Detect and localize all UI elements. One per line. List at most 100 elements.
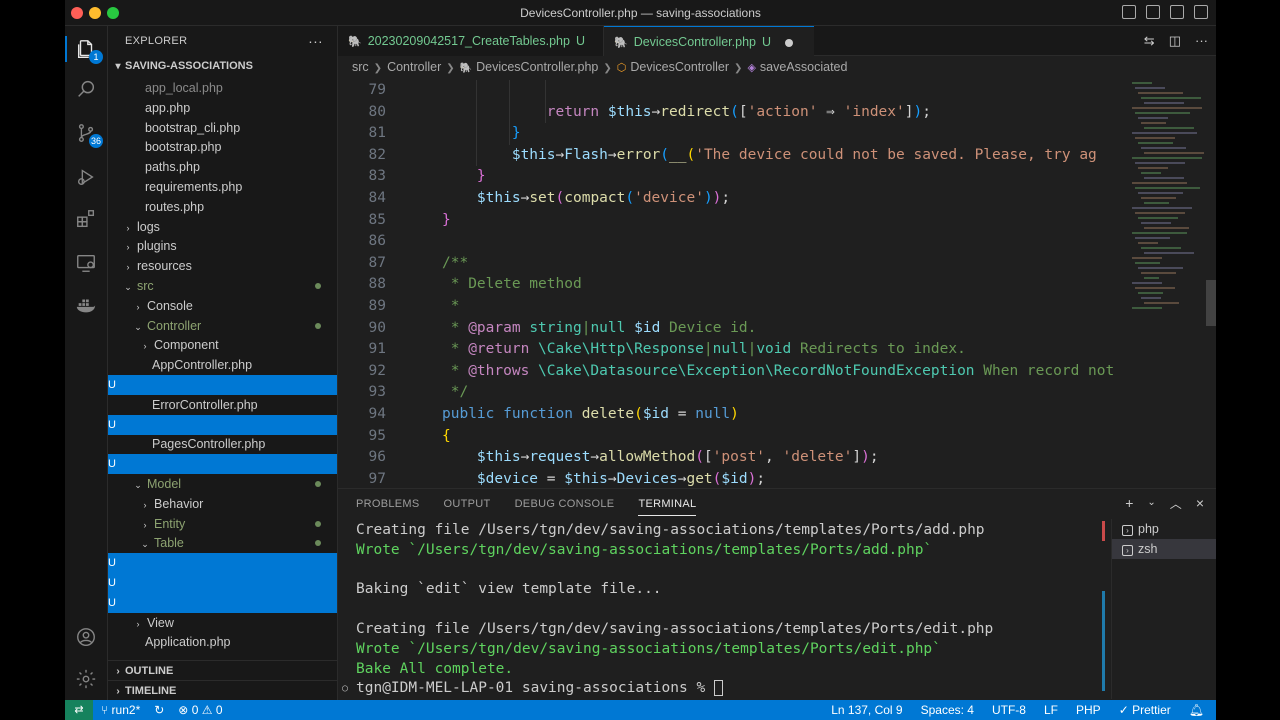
breadcrumb-item[interactable]: src	[352, 60, 369, 74]
code-line: 80 return $this→redirect(['action' ⇒ 'in…	[338, 102, 1124, 124]
git-status-untracked: U	[108, 414, 337, 435]
tree-item-portscontroller-php[interactable]: PortsController.phpU	[108, 454, 337, 475]
tree-item-table[interactable]: ⌄ Table	[108, 533, 337, 553]
breadcrumb-item[interactable]: Controller	[387, 60, 441, 74]
extensions-icon[interactable]	[75, 208, 97, 230]
terminal-item-php[interactable]: › php	[1112, 519, 1216, 539]
tree-item-appcontroller-php[interactable]: AppController.php	[108, 355, 337, 375]
breadcrumb-item[interactable]: DevicesController	[630, 60, 729, 74]
tree-item-console[interactable]: › Console	[108, 296, 337, 316]
editor-more-icon[interactable]: ···	[1195, 33, 1208, 49]
notifications-bell-icon[interactable]: 🔔︎	[1189, 700, 1204, 720]
command-decoration-icon[interactable]: ○	[342, 679, 348, 699]
tree-item-bootstrap-cli-php[interactable]: bootstrap_cli.php	[108, 118, 337, 138]
tree-item-label: View	[147, 615, 174, 630]
line-number: 79	[368, 82, 386, 98]
toggle-primary-sidebar-icon[interactable]	[1122, 5, 1136, 19]
tree-item-pagescontroller-php[interactable]: PagesController.php	[108, 434, 337, 454]
docker-icon[interactable]	[75, 294, 97, 316]
minimap-line	[1132, 157, 1202, 159]
tree-item-routes-php[interactable]: routes.php	[108, 197, 337, 217]
tree-item-controller[interactable]: ⌄ Controller	[108, 316, 337, 336]
terminal-name: php	[1138, 522, 1159, 536]
tree-item-portstable-php[interactable]: PortsTable.phpU	[108, 592, 337, 613]
remote-indicator-icon[interactable]: ⇄	[65, 700, 93, 720]
breadcrumb-item[interactable]: saveAssociated	[760, 60, 848, 74]
maximize-panel-icon[interactable]: ︿	[1170, 495, 1182, 512]
code-text: * @return \Cake\Http\Response|null|void …	[442, 341, 966, 358]
encoding[interactable]: UTF-8	[992, 700, 1026, 720]
minimap-line	[1144, 202, 1169, 204]
indentation[interactable]: Spaces: 4	[921, 700, 974, 720]
tree-item-model[interactable]: ⌄ Model	[108, 474, 337, 494]
cursor-position[interactable]: Ln 137, Col 9	[831, 700, 902, 720]
editor-scrollbar[interactable]	[1206, 280, 1216, 326]
unsaved-dot-icon[interactable]	[785, 38, 794, 47]
outline-section-header[interactable]: › OUTLINE	[108, 660, 337, 680]
accounts-icon[interactable]	[75, 626, 97, 648]
remote-explorer-icon[interactable]	[75, 252, 97, 274]
tab-debug-console[interactable]: DEBUG CONSOLE	[515, 489, 615, 519]
tree-item-component[interactable]: › Component	[108, 335, 337, 355]
tree-item-app-local-php[interactable]: app_local.php	[108, 78, 337, 98]
explorer-icon[interactable]: 1	[75, 38, 103, 64]
tree-item-app-php[interactable]: app.php	[108, 98, 337, 118]
tree-item-modulestable-php[interactable]: ModulesTable.phpU	[108, 573, 337, 593]
run-debug-icon[interactable]	[75, 166, 97, 188]
tree-item-resources[interactable]: › resources	[108, 256, 337, 276]
tree-item-logs[interactable]: › logs	[108, 217, 337, 237]
project-name: SAVING-ASSOCIATIONS	[125, 60, 253, 72]
more-actions-icon[interactable]: ···	[308, 26, 323, 56]
end-of-line[interactable]: LF	[1044, 700, 1058, 720]
tree-item-paths-php[interactable]: paths.php	[108, 157, 337, 177]
tree-item-view[interactable]: › View	[108, 613, 337, 633]
toggle-panel-icon[interactable]	[1146, 5, 1160, 19]
tree-item-devicescontroller-php[interactable]: DevicesController.phpU	[108, 375, 337, 395]
close-panel-icon[interactable]: ×	[1196, 495, 1204, 512]
active-indicator	[65, 36, 67, 62]
tree-item-src[interactable]: ⌄ src	[108, 276, 337, 296]
minimap-line	[1141, 97, 1201, 99]
search-icon[interactable]	[75, 78, 97, 100]
tab-output[interactable]: OUTPUT	[444, 489, 491, 519]
tree-item-label: Entity	[154, 516, 186, 531]
tab-terminal[interactable]: TERMINAL	[638, 489, 697, 519]
open-changes-icon[interactable]: ⇆	[1144, 33, 1155, 49]
tree-item-bootstrap-php[interactable]: bootstrap.php	[108, 137, 337, 157]
branch-indicator[interactable]: ⑂ run2*	[101, 700, 140, 720]
tree-item-plugins[interactable]: › plugins	[108, 236, 337, 256]
terminal-item-zsh[interactable]: › zsh	[1112, 539, 1216, 559]
code-editor[interactable]: 79 80 return $this→redirect(['action' ⇒ '…	[338, 80, 1124, 488]
indent-guide	[509, 80, 510, 145]
tree-item-entity[interactable]: › Entity	[108, 514, 337, 534]
tab-create-tables[interactable]: 🐘 20230209042517_CreateTables.php U	[338, 26, 604, 56]
tab-problems[interactable]: PROBLEMS	[356, 489, 420, 519]
problems-indicator[interactable]: ⊗ 0 ⚠ 0	[178, 700, 222, 720]
toggle-secondary-sidebar-icon[interactable]	[1170, 5, 1184, 19]
minimap-line	[1144, 152, 1204, 154]
tree-item-application-php[interactable]: Application.php	[108, 632, 337, 652]
line-number: 85	[368, 211, 386, 228]
customize-layout-icon[interactable]	[1194, 5, 1208, 19]
timeline-section-header[interactable]: › TIMELINE	[108, 680, 337, 700]
terminal-prompt-line[interactable]: ○ tgn@IDM-MEL-LAP-01 saving-associations …	[342, 679, 1102, 699]
tree-item-modulescontroller-php[interactable]: ModulesController.phpU	[108, 414, 337, 435]
tree-item-devicestable-php[interactable]: DevicesTable.phpU	[108, 553, 337, 574]
tree-item-errorcontroller-php[interactable]: ErrorController.php	[108, 395, 337, 415]
project-section-header[interactable]: ▾ SAVING-ASSOCIATIONS	[108, 56, 337, 76]
breadcrumb-item[interactable]: DevicesController.php	[476, 60, 598, 74]
chevron-down-icon[interactable]: ⌄	[1147, 495, 1155, 512]
terminal-output[interactable]: Creating file /Users/tgn/dev/saving-asso…	[342, 521, 1102, 699]
new-terminal-icon[interactable]: +	[1125, 495, 1133, 512]
minimap[interactable]	[1124, 78, 1210, 488]
tree-item-requirements-php[interactable]: requirements.php	[108, 177, 337, 197]
tab-devices-controller[interactable]: 🐘 DevicesController.php U	[604, 26, 814, 56]
settings-gear-icon[interactable]	[75, 668, 97, 690]
source-control-icon[interactable]: 36	[75, 122, 103, 148]
tree-item-behavior[interactable]: › Behavior	[108, 494, 337, 514]
split-editor-icon[interactable]: ◫	[1169, 33, 1181, 49]
method-icon: ◈	[747, 62, 756, 74]
sync-icon[interactable]: ↻	[154, 700, 164, 720]
language-mode[interactable]: PHP	[1076, 700, 1101, 720]
prettier-status[interactable]: ✓ Prettier	[1119, 700, 1171, 720]
